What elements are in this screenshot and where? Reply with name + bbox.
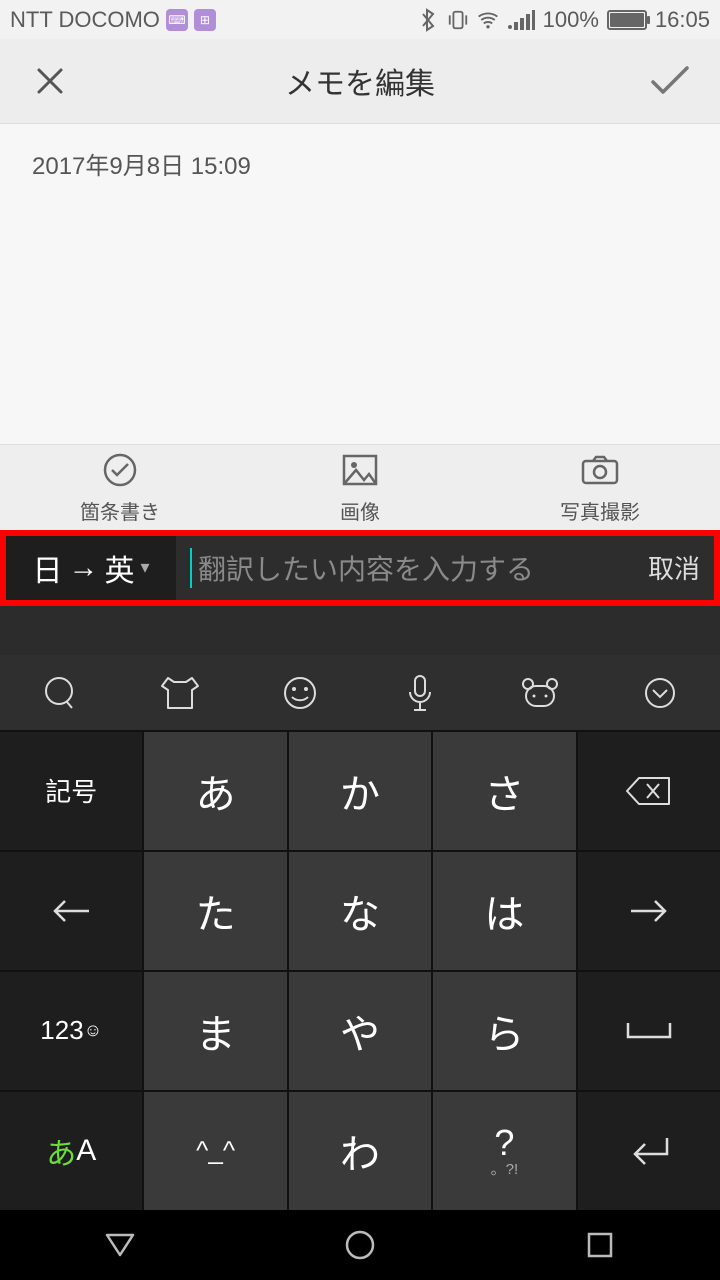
wifi-icon bbox=[477, 9, 499, 31]
key-wa[interactable]: わ bbox=[289, 1092, 431, 1210]
key-mode-switch[interactable]: あA bbox=[0, 1092, 142, 1210]
key-ra[interactable]: ら bbox=[433, 972, 575, 1090]
nav-back-button[interactable] bbox=[98, 1223, 142, 1267]
language-selector[interactable]: 日 → 英 ▾ bbox=[6, 536, 176, 600]
arrow-left-icon bbox=[51, 899, 91, 923]
bluetooth-icon bbox=[417, 9, 439, 31]
image-label: 画像 bbox=[340, 496, 380, 525]
key-enter[interactable] bbox=[578, 1092, 720, 1210]
vibrate-icon bbox=[447, 9, 469, 31]
tshirt-tool[interactable] bbox=[120, 655, 240, 730]
check-circle-icon bbox=[100, 450, 140, 490]
camera-icon bbox=[580, 450, 620, 490]
memo-timestamp: 2017年9月8日 15:09 bbox=[32, 146, 688, 181]
nav-recent-button[interactable] bbox=[578, 1223, 622, 1267]
key-na[interactable]: な bbox=[289, 852, 431, 970]
translate-bar: 日 → 英 ▾ 翻訳したい内容を入力する 取消 bbox=[0, 530, 720, 606]
key-kaomoji[interactable]: ^_^ bbox=[144, 1092, 286, 1210]
key-backspace[interactable] bbox=[578, 732, 720, 850]
keyboard-toolbar bbox=[0, 655, 720, 730]
speech-bubble-icon bbox=[42, 675, 78, 711]
backspace-icon bbox=[625, 774, 673, 808]
translate-input[interactable]: 翻訳したい内容を入力する bbox=[176, 536, 634, 600]
arrow-right-icon bbox=[629, 899, 669, 923]
battery-pct-label: 100% bbox=[543, 7, 599, 33]
status-bar: NTT DOCOMO ⌨ ⊞ 100% 16:05 bbox=[0, 0, 720, 39]
camera-button[interactable]: 写真撮影 bbox=[480, 445, 720, 529]
keyboard: 記号 あ か さ た な は 123☺ ま や ら あA ^_^ わ ? 。?! bbox=[0, 730, 720, 1210]
arrow-right-icon: → bbox=[68, 551, 98, 585]
circle-icon bbox=[344, 1229, 376, 1261]
carrier-label: NTT DOCOMO bbox=[10, 7, 160, 33]
clock-label: 16:05 bbox=[655, 7, 710, 33]
nav-home-button[interactable] bbox=[338, 1223, 382, 1267]
ime-badge-icon: ⌨ bbox=[166, 9, 188, 31]
key-ta[interactable]: た bbox=[144, 852, 286, 970]
app-header: メモを編集 bbox=[0, 39, 720, 124]
translate-cancel-label: 取消 bbox=[648, 549, 700, 586]
key-space[interactable] bbox=[578, 972, 720, 1090]
confirm-button[interactable] bbox=[648, 59, 692, 103]
key-right[interactable] bbox=[578, 852, 720, 970]
key-punct[interactable]: ? 。?! bbox=[433, 1092, 575, 1210]
bullet-list-button[interactable]: 箇条書き bbox=[0, 445, 240, 529]
space-icon bbox=[626, 1021, 672, 1041]
key-symbols[interactable]: 記号 bbox=[0, 732, 142, 850]
image-icon bbox=[340, 450, 380, 490]
key-left[interactable] bbox=[0, 852, 142, 970]
lang-from: 日 bbox=[32, 546, 62, 590]
key-numeric[interactable]: 123☺ bbox=[0, 972, 142, 1090]
tshirt-icon bbox=[160, 676, 200, 710]
image-button[interactable]: 画像 bbox=[240, 445, 480, 529]
lang-to: 英 bbox=[104, 546, 134, 590]
bear-tool[interactable] bbox=[480, 655, 600, 730]
translate-placeholder: 翻訳したい内容を入力する bbox=[198, 548, 534, 588]
key-sa[interactable]: さ bbox=[433, 732, 575, 850]
chevron-down-icon: ▾ bbox=[140, 557, 149, 578]
collapse-tool[interactable] bbox=[600, 655, 720, 730]
bear-icon bbox=[520, 676, 560, 710]
square-icon bbox=[586, 1231, 614, 1259]
memo-editor[interactable]: 2017年9月8日 15:09 bbox=[0, 124, 720, 444]
bullet-list-label: 箇条書き bbox=[80, 496, 160, 525]
key-ha[interactable]: は bbox=[433, 852, 575, 970]
key-punct-sub: 。?! bbox=[491, 1158, 519, 1179]
emoji-tool[interactable] bbox=[240, 655, 360, 730]
app-badge-icon: ⊞ bbox=[194, 9, 216, 31]
attach-toolbar: 箇条書き 画像 写真撮影 bbox=[0, 444, 720, 529]
system-nav-bar bbox=[0, 1210, 720, 1280]
key-ma[interactable]: ま bbox=[144, 972, 286, 1090]
close-button[interactable] bbox=[28, 59, 72, 103]
triangle-down-icon bbox=[103, 1231, 137, 1259]
battery-icon bbox=[607, 10, 647, 30]
key-ya[interactable]: や bbox=[289, 972, 431, 1090]
camera-label: 写真撮影 bbox=[560, 496, 640, 525]
key-a[interactable]: あ bbox=[144, 732, 286, 850]
smile-icon bbox=[282, 675, 318, 711]
chevron-down-circle-icon bbox=[643, 676, 677, 710]
mic-tool[interactable] bbox=[360, 655, 480, 730]
page-title: メモを編集 bbox=[285, 59, 435, 103]
search-tool[interactable] bbox=[0, 655, 120, 730]
text-cursor bbox=[190, 548, 192, 588]
suggestion-strip bbox=[0, 606, 720, 656]
microphone-icon bbox=[406, 674, 434, 712]
translate-cancel-button[interactable]: 取消 bbox=[634, 536, 714, 600]
signal-icon bbox=[507, 9, 535, 31]
enter-icon bbox=[627, 1134, 671, 1168]
key-ka[interactable]: か bbox=[289, 732, 431, 850]
